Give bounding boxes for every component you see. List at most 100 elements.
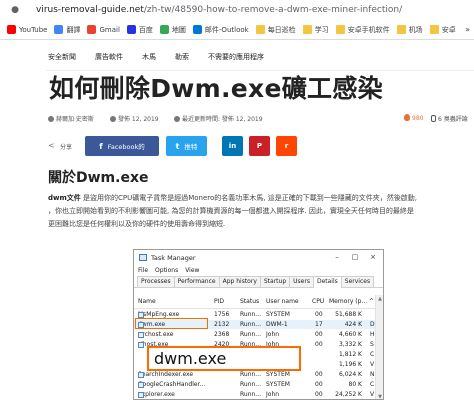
process-name: MsMpEng.exe bbox=[138, 311, 180, 318]
reddit-icon: r bbox=[284, 142, 289, 150]
cell-extra: D bbox=[370, 321, 375, 328]
bookmark-label: 百度 bbox=[138, 25, 153, 34]
nav-security-news[interactable]: 安全新聞 bbox=[48, 52, 76, 62]
table-row[interactable]: GoogleCrashHandler... Runn... SYSTEM 00 80 K… bbox=[134, 380, 376, 389]
tab-processes[interactable]: Processes bbox=[137, 276, 175, 287]
url-text[interactable]: virus-removal-guide.net/zh-tw/48590-how-… bbox=[36, 5, 402, 15]
article-paragraph: dwm文件 是盜用你的CPU礦電子貨幣是經過Monero的名義功率木馬, 這是正… bbox=[48, 192, 462, 231]
bookmark-outlook[interactable]: 邮件-Outlook bbox=[192, 25, 249, 35]
cell-status: Runn... bbox=[240, 321, 262, 328]
published-date: 發佈 12, 2019 bbox=[110, 114, 159, 123]
table-row[interactable]: svchost.exe 2368 Runn... John 00 4,660 K H bbox=[134, 330, 376, 339]
bookmark-folder-daily[interactable]: 每日巡检 bbox=[255, 25, 296, 35]
bookmark-label: Gmail bbox=[99, 25, 120, 34]
cell-user: DWM-1 bbox=[266, 321, 288, 328]
bookmark-folder-study[interactable]: 学习 bbox=[302, 25, 329, 35]
paragraph-bold: dwm文件 bbox=[48, 194, 81, 202]
col-more[interactable]: ^ bbox=[369, 298, 374, 305]
scroll-down-icon[interactable]: ▼ bbox=[376, 394, 383, 399]
bookmark-translate[interactable]: 翻譯 bbox=[54, 25, 80, 35]
menu-view[interactable]: View bbox=[185, 267, 199, 274]
bookmark-folder-android[interactable]: 安卓 bbox=[429, 25, 456, 35]
bookmark-maps[interactable]: 地圖 bbox=[159, 25, 186, 35]
paragraph-line: 更困難比您是任何權利以及你的硬件的使用壽命得到縮短. bbox=[48, 220, 226, 228]
scroll-up-icon[interactable]: ▲ bbox=[376, 296, 383, 302]
view-count-text: 980 bbox=[412, 115, 424, 122]
nav-adware[interactable]: 廣告軟件 bbox=[95, 52, 123, 62]
close-button[interactable]: × bbox=[365, 250, 381, 265]
share-reddit-button[interactable]: r bbox=[276, 136, 297, 156]
col-status[interactable]: Status bbox=[240, 298, 259, 305]
cell-extra: S bbox=[370, 341, 374, 348]
section-heading: 關於Dwm.exe bbox=[48, 170, 149, 186]
col-pid[interactable]: PID bbox=[214, 298, 224, 305]
bookmark-youtube[interactable]: YouTube bbox=[7, 25, 47, 34]
cell-user: John bbox=[266, 331, 280, 338]
clock-icon bbox=[110, 116, 116, 122]
paragraph-line: 是盜用你的CPU礦電子貨幣是經過Monero的名義功率木馬, 這是正確的下載到一… bbox=[80, 194, 417, 202]
col-name[interactable]: Name bbox=[138, 298, 156, 305]
folder-icon bbox=[429, 25, 439, 34]
cell-status: Runn... bbox=[240, 331, 262, 338]
col-cpu[interactable]: CPU bbox=[312, 298, 324, 305]
nav-unwanted-apps[interactable]: 不需要的應用程序 bbox=[208, 52, 264, 62]
article-meta: 赫爾加·史密斯 發佈 12, 2019 最近更新時間: 發佈 12, 2019 … bbox=[48, 114, 474, 124]
task-manager-tabs: Processes Performance App history Startu… bbox=[134, 276, 383, 288]
share-linkedin-button[interactable]: in bbox=[222, 136, 243, 156]
bookmark-folder-airport[interactable]: 机场 bbox=[396, 25, 423, 35]
process-icon bbox=[138, 342, 144, 348]
cell-cpu: 00 bbox=[315, 331, 323, 338]
process-scrollbar[interactable]: ▲ ▼ bbox=[375, 295, 383, 399]
cell-extra: N bbox=[370, 371, 375, 378]
cell-extra: V bbox=[370, 361, 375, 368]
minimize-button[interactable]: – bbox=[329, 250, 345, 265]
bookmark-label: 学习 bbox=[314, 25, 329, 34]
bookmark-label: 机场 bbox=[408, 25, 423, 34]
process-table-header: Name PID Status User name CPU Memory (p.… bbox=[134, 295, 383, 309]
refresh-icon bbox=[174, 116, 180, 122]
tab-app-history[interactable]: App history bbox=[218, 276, 261, 287]
share-label: < 分享 bbox=[48, 136, 72, 156]
task-manager-menu: File Options View bbox=[134, 265, 383, 276]
updated-date: 最近更新時間: 發佈 12, 2019 bbox=[174, 114, 263, 123]
cell-user: SYSTEM bbox=[266, 381, 290, 388]
tab-details[interactable]: Details bbox=[312, 276, 342, 288]
col-user-name[interactable]: User name bbox=[266, 298, 299, 305]
cell-extra: V bbox=[370, 391, 375, 398]
share-twitter-button[interactable]: t 推特 bbox=[166, 136, 207, 156]
tab-performance[interactable]: Performance bbox=[173, 276, 220, 287]
bookmark-gmail[interactable]: Gmail bbox=[87, 25, 120, 34]
lock-icon[interactable]: ● bbox=[8, 5, 22, 15]
translate-icon bbox=[54, 25, 64, 34]
comment-count-text: 6 臭蟲評論 bbox=[438, 116, 468, 123]
comment-count[interactable]: 6 臭蟲評論 bbox=[431, 114, 468, 123]
process-name: SearchIndexer.exe bbox=[138, 371, 194, 378]
url-path: /zh-tw/48590-how-to-remove-a-dwm-exe-min… bbox=[143, 5, 403, 15]
baidu-icon bbox=[126, 25, 136, 34]
menu-file[interactable]: File bbox=[138, 267, 148, 274]
maximize-button[interactable]: □ bbox=[347, 250, 363, 265]
page-title: 如何刪除Dwm.exe礦工感染 bbox=[49, 74, 383, 103]
menu-options[interactable]: Options bbox=[155, 267, 178, 274]
table-row[interactable]: explorer.exe Runn... John 00 24,252 K V bbox=[134, 390, 376, 399]
bookmark-baidu[interactable]: 百度 bbox=[126, 25, 153, 35]
tab-users[interactable]: Users bbox=[289, 276, 314, 287]
address-bar[interactable]: ● virus-removal-guide.net/zh-tw/48590-ho… bbox=[0, 0, 474, 20]
tab-services[interactable]: Services bbox=[340, 276, 375, 287]
table-row[interactable]: SearchIndexer.exe Runn... SYSTEM 00 6,024 K N bbox=[134, 370, 376, 379]
cell-name: MsMpEng.exe bbox=[138, 311, 179, 318]
nav-trojan[interactable]: 木馬 bbox=[142, 52, 156, 62]
col-memory[interactable]: Memory (p... bbox=[329, 298, 367, 305]
author-name: 赫爾加·史密斯 bbox=[56, 116, 94, 123]
share-pinterest-button[interactable]: P bbox=[249, 136, 270, 156]
bookmark-folder-android-apps[interactable]: 安卓手机软件 bbox=[335, 25, 390, 35]
more-bookmarks-button[interactable]: » bbox=[462, 20, 470, 39]
cell-name: SearchIndexer.exe bbox=[138, 371, 193, 378]
nav-ransomware[interactable]: 勒索 bbox=[175, 52, 189, 62]
author[interactable]: 赫爾加·史密斯 bbox=[48, 114, 94, 123]
tab-startup[interactable]: Startup bbox=[259, 276, 291, 287]
maps-icon bbox=[159, 25, 169, 34]
bookmark-label: 翻譯 bbox=[66, 25, 81, 34]
share-facebook-button[interactable]: f Facebook的 bbox=[85, 136, 159, 156]
folder-icon bbox=[335, 25, 345, 34]
